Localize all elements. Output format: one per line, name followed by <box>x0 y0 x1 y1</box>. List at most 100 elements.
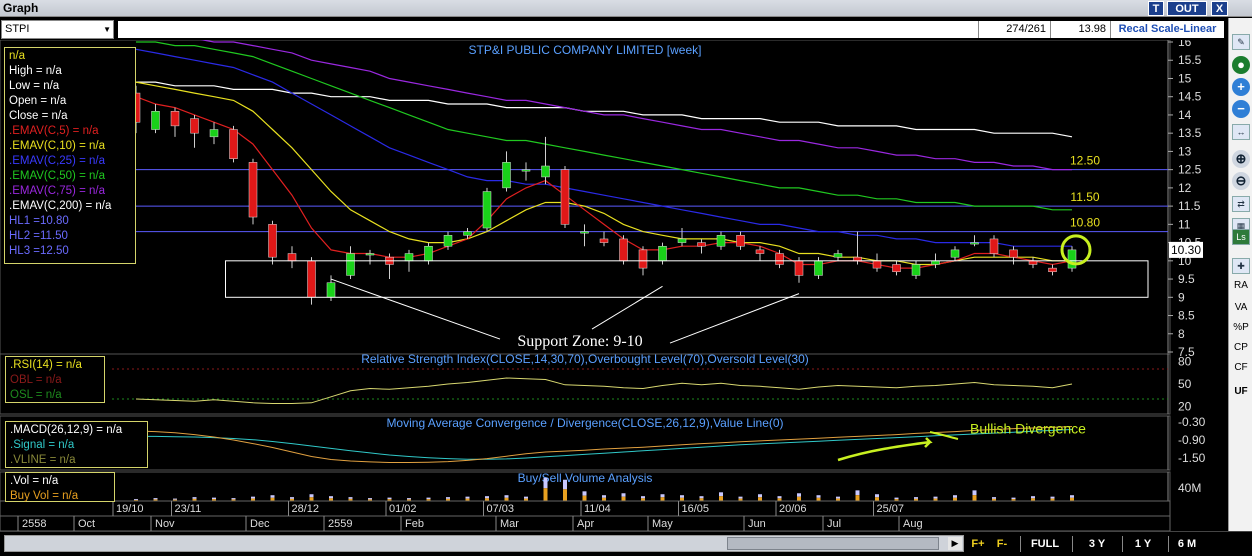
candle-body <box>443 235 453 247</box>
hl-level-label: 11.50 <box>1070 190 1099 204</box>
scroll-thumb[interactable] <box>727 537 939 550</box>
legend-low: Low = n/a <box>9 80 60 92</box>
compress-icon[interactable]: ↔ <box>1232 124 1250 140</box>
support-zone-label: Support Zone: 9-10 <box>517 333 642 350</box>
edit-icon[interactable]: ✎ <box>1232 34 1250 50</box>
uf-button[interactable]: UF <box>1229 386 1252 397</box>
legend-ema10: .EMAV(C,10) = n/a <box>9 140 105 152</box>
hl-level-label: 10.80 <box>1070 216 1100 230</box>
volume-chart-title: Buy/Sell Volume Analysis <box>518 471 653 485</box>
separator <box>1168 536 1169 552</box>
legend-name: n/a <box>9 50 25 62</box>
ls-button[interactable]: Ls <box>1232 229 1250 245</box>
x-top-label: 16/05 <box>682 503 710 515</box>
rsi-tick-label: 50 <box>1178 377 1192 391</box>
f-minus-button[interactable]: F- <box>992 535 1012 553</box>
cp-button[interactable]: CP <box>1229 342 1252 353</box>
x-bottom-label: Jun <box>748 518 766 530</box>
volume-bar-buy <box>660 497 665 501</box>
price-tick-label: 15 <box>1178 71 1192 85</box>
volume-bar-sell <box>582 491 587 496</box>
search-minus-icon[interactable]: ⊖ <box>1232 172 1250 190</box>
volume-bar-sell <box>348 497 353 499</box>
x-bottom-label: Dec <box>250 518 270 530</box>
price-legend: n/a High = n/a Low = n/a Open = n/a Clos… <box>4 47 136 264</box>
percent-button[interactable]: %P <box>1229 322 1252 333</box>
macd-tick-label: -0.30 <box>1178 415 1206 429</box>
volume-bar-sell <box>290 497 294 499</box>
volume-bar-sell <box>1070 495 1074 498</box>
macd-tick-label: -1.50 <box>1178 451 1206 465</box>
volume-bar-buy <box>758 497 762 501</box>
volume-tick-label: 40M <box>1178 481 1201 495</box>
last-value-label: 10.30 <box>1171 243 1201 257</box>
volume-bar-sell <box>1031 496 1035 499</box>
volume-bar-sell <box>543 477 548 489</box>
symbol-select[interactable]: STPI ▼ <box>1 20 114 39</box>
three-year-button[interactable]: 3 Y <box>1080 535 1114 553</box>
candle-body <box>326 282 336 298</box>
chevron-down-icon[interactable]: ▼ <box>103 21 111 38</box>
color-icon[interactable]: ● <box>1232 56 1250 74</box>
chart-area[interactable]: 1615.51514.51413.51312.51211.51110.5109.… <box>0 40 1228 531</box>
f-plus-button[interactable]: F+ <box>968 535 988 553</box>
candle-body <box>658 245 667 262</box>
crosshair-icon[interactable]: ✚ <box>1232 258 1250 274</box>
cf-button[interactable]: CF <box>1229 362 1252 373</box>
macd-panel: -0.30 -0.90 -1.50 Moving Average Convergenc… <box>0 415 1206 471</box>
price-panel-frame <box>0 40 1171 355</box>
volume-bar-buy <box>582 495 587 501</box>
expand-icon[interactable]: ⇄ <box>1232 196 1250 212</box>
legend-hl3: HL3 =12.50 <box>9 245 69 257</box>
volume-bar-sell <box>407 498 411 500</box>
volume-bar-sell <box>504 495 509 498</box>
volume-bar-sell <box>1011 497 1016 500</box>
volume-bar-buy <box>309 497 314 501</box>
volume-bar-sell <box>563 479 567 490</box>
legend-hl1: HL1 =10.80 <box>9 215 69 227</box>
legend-ema200: .EMAV(C,200) = n/a <box>9 200 112 212</box>
candle-body <box>853 256 862 262</box>
six-month-button[interactable]: 6 M <box>1172 535 1202 553</box>
volume-bar-sell <box>836 496 840 499</box>
volume-bar-sell <box>368 498 372 500</box>
rsi-legend: .RSI(14) = n/a OBL = n/a OSL = n/a <box>5 356 105 403</box>
recal-scale-button[interactable]: Recal Scale-Linear <box>1110 21 1224 38</box>
volume-bar-sell <box>953 495 957 498</box>
va-button[interactable]: VA <box>1229 302 1252 313</box>
zoom-in-icon[interactable]: + <box>1232 78 1250 96</box>
scroll-right-icon[interactable]: ▶ <box>948 537 962 550</box>
toolbar-spacer <box>118 21 978 38</box>
out-button[interactable]: OUT <box>1167 1 1207 16</box>
volume-bar-sell <box>933 496 938 499</box>
bar-count: 274/261 <box>978 21 1050 38</box>
x-bottom-label: 2558 <box>22 518 46 530</box>
candle-body <box>814 260 823 276</box>
separator <box>1072 536 1073 552</box>
one-year-button[interactable]: 1 Y <box>1128 535 1158 553</box>
close-button[interactable]: X <box>1211 1 1228 16</box>
x-axis: 19/10 23/11 28/12 01/02 07/03 11/04 16/05 20/06… <box>0 500 1171 531</box>
legend-high: High = n/a <box>9 65 62 77</box>
volume-bar-sell <box>1050 496 1055 499</box>
full-button[interactable]: FULL <box>1026 535 1064 553</box>
search-plus-icon[interactable]: ⊕ <box>1232 150 1250 168</box>
x-bottom-label: May <box>652 518 673 530</box>
chart-toolbar: STPI ▼ 274/261 13.98 Recal Scale-Linear <box>0 18 1228 40</box>
legend-ema75: .EMAV(C,75) = n/a <box>9 185 105 197</box>
x-bottom-label: Nov <box>155 518 175 530</box>
candle-body <box>931 260 940 265</box>
price-tick-label: 8 <box>1178 327 1185 341</box>
horizontal-scrollbar[interactable]: ▶ <box>4 535 964 552</box>
x-bottom-label: Jul <box>827 518 841 530</box>
volume-bar-sell <box>875 494 879 498</box>
zoom-out-icon[interactable]: − <box>1232 100 1250 118</box>
price-tick-label: 11 <box>1178 217 1191 231</box>
volume-bar-sell <box>524 496 528 499</box>
t-button[interactable]: T <box>1148 1 1164 16</box>
ra-button[interactable]: RA <box>1229 280 1252 291</box>
volume-bar-sell <box>719 492 723 497</box>
legend-vline: .VLINE = n/a <box>10 454 76 466</box>
volume-bar-buy <box>621 496 626 501</box>
price-tick-label: 9.5 <box>1178 272 1195 286</box>
